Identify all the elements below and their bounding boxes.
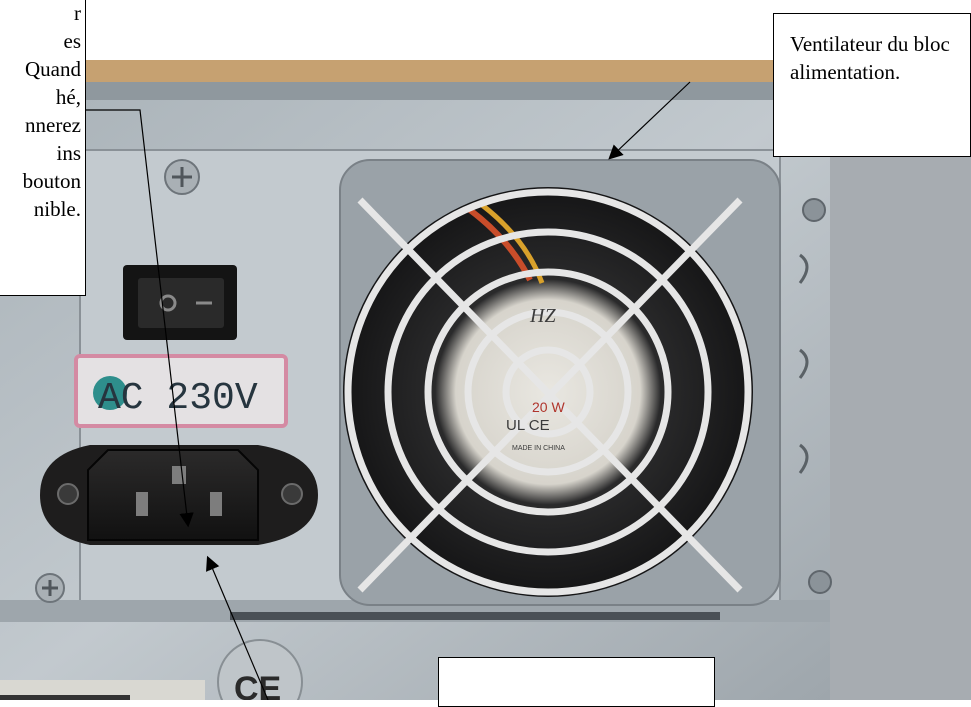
fan-callout-text: Ventilateur du bloc alimentation. <box>790 32 950 84</box>
bottom-dark-strip <box>0 695 130 700</box>
fan-made-in: MADE IN CHINA <box>512 445 565 452</box>
callout-line: Quand <box>25 57 81 81</box>
fan-rating: 20 W <box>532 399 565 415</box>
inlet-screw-icon <box>281 483 303 505</box>
inlet-pin <box>136 492 148 516</box>
switch-callout-box: r es Quand hé, nnerez ins bouton nible. <box>0 0 86 296</box>
screw-icon <box>164 159 200 195</box>
right-edge <box>820 100 971 700</box>
callout-line: r <box>74 1 81 25</box>
voltage-label: AC 230V <box>98 377 258 420</box>
screw-icon <box>802 198 826 222</box>
chassis-top-band <box>0 82 830 100</box>
callout-line: hé, <box>55 85 81 109</box>
inlet-pin <box>210 492 222 516</box>
callout-line: nible. <box>33 197 81 221</box>
power-inlet-socket <box>87 449 259 541</box>
inlet-screw-icon <box>57 483 79 505</box>
screw-icon <box>808 570 832 594</box>
callout-line: bouton <box>22 169 81 193</box>
callout-line: ins <box>56 141 81 165</box>
psu-bottom-slot <box>230 612 720 620</box>
fan-callout-box: Ventilateur du bloc alimentation. <box>773 13 971 157</box>
screw-icon <box>35 573 65 603</box>
callout-line: nnerez <box>25 113 81 137</box>
fan-certifications: UL CE <box>506 417 550 434</box>
callout-line: es <box>63 29 82 53</box>
ce-mark: CE <box>234 670 281 700</box>
fan-brand-logo: HZ <box>529 305 556 327</box>
inlet-pin <box>172 466 186 484</box>
